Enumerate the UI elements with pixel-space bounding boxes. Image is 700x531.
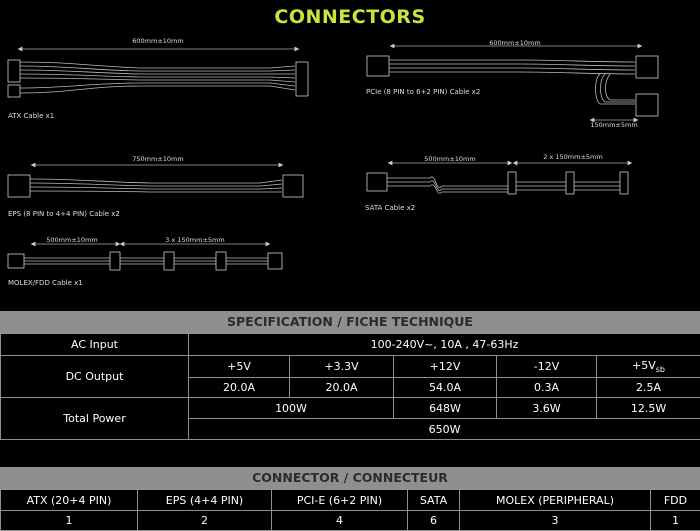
total-power-label: Total Power bbox=[0, 397, 189, 440]
eps-length: 750mm±10mm bbox=[132, 155, 184, 163]
spec-table: AC Input 100-240V~, 10A , 47-63Hz DC Out… bbox=[0, 333, 700, 440]
sata-cable-drawing bbox=[366, 160, 633, 195]
connector-header-pcie: PCI-E (6+2 PIN) bbox=[271, 489, 408, 511]
current-5v: 20.0A bbox=[188, 377, 290, 398]
power-total: 650W bbox=[187, 418, 700, 440]
sata-branch-length: 2 x 150mm±5mm bbox=[543, 153, 603, 161]
pcie-length: 600mm±10mm bbox=[489, 39, 541, 47]
ac-input-value: 100-240V~, 10A , 47-63Hz bbox=[187, 333, 700, 356]
molex-length: 500mm±10mm bbox=[46, 236, 98, 244]
ac-input-label: AC Input bbox=[0, 333, 189, 356]
connector-count-molex: 3 bbox=[459, 510, 651, 531]
power-12v: 648W bbox=[393, 397, 497, 419]
spec-heading: SPECIFICATION / FICHE TECHNIQUE bbox=[0, 311, 700, 333]
power-5vsb: 12.5W bbox=[595, 397, 700, 419]
connector-count-sata: 6 bbox=[407, 510, 460, 531]
dc-output-label: DC Output bbox=[0, 355, 189, 398]
rail-m12v: -12V bbox=[496, 355, 597, 378]
atx-cable-drawing bbox=[7, 46, 309, 98]
molex-branch-length: 3 x 150mm±5mm bbox=[165, 236, 225, 244]
atx-cable-label: ATX Cable x1 bbox=[8, 112, 55, 120]
connector-count-pcie: 4 bbox=[271, 510, 408, 531]
current-5vsb: 2.5A bbox=[595, 377, 700, 398]
eps-cable-label: EPS (8 PIN to 4+4 PIN) Cable x2 bbox=[8, 210, 120, 218]
molex-cable-label: MOLEX/FDD Cable x1 bbox=[8, 279, 83, 287]
power-m12v: 3.6W bbox=[496, 397, 597, 419]
current-12v: 54.0A bbox=[393, 377, 497, 398]
connector-header-molex: MOLEX (PERIPHERAL) bbox=[459, 489, 651, 511]
pcie-cable-drawing bbox=[366, 43, 659, 123]
connector-header-fdd: FDD bbox=[650, 489, 700, 511]
pcie-branch-length: 150mm±5mm bbox=[590, 121, 638, 129]
sata-cable-label: SATA Cable x2 bbox=[365, 204, 416, 212]
current-m12v: 0.3A bbox=[496, 377, 597, 398]
atx-length: 600mm±10mm bbox=[132, 37, 184, 45]
connector-header-eps: EPS (4+4 PIN) bbox=[137, 489, 272, 511]
rail-5vsb: +5Vsb bbox=[595, 355, 700, 378]
eps-cable-drawing bbox=[7, 162, 304, 198]
connector-count-fdd: 1 bbox=[650, 510, 700, 531]
rail-3v3: +3.3V bbox=[289, 355, 394, 378]
rail-12v: +12V bbox=[393, 355, 497, 378]
connector-table: ATX (20+4 PIN) EPS (4+4 PIN) PCI-E (6+2 … bbox=[0, 489, 700, 531]
connector-heading: CONNECTOR / CONNECTEUR bbox=[0, 467, 700, 489]
connector-header-atx: ATX (20+4 PIN) bbox=[0, 489, 138, 511]
power-5v-3v3: 100W bbox=[188, 397, 394, 419]
molex-cable-drawing bbox=[7, 241, 283, 271]
connector-count-eps: 2 bbox=[137, 510, 272, 531]
pcie-cable-label: PCIe (8 PIN to 6+2 PIN) Cable x2 bbox=[366, 88, 481, 96]
rail-5v: +5V bbox=[188, 355, 290, 378]
connector-count-atx: 1 bbox=[0, 510, 138, 531]
current-3v3: 20.0A bbox=[289, 377, 394, 398]
sata-length: 500mm±10mm bbox=[424, 155, 476, 163]
connector-header-sata: SATA bbox=[407, 489, 460, 511]
